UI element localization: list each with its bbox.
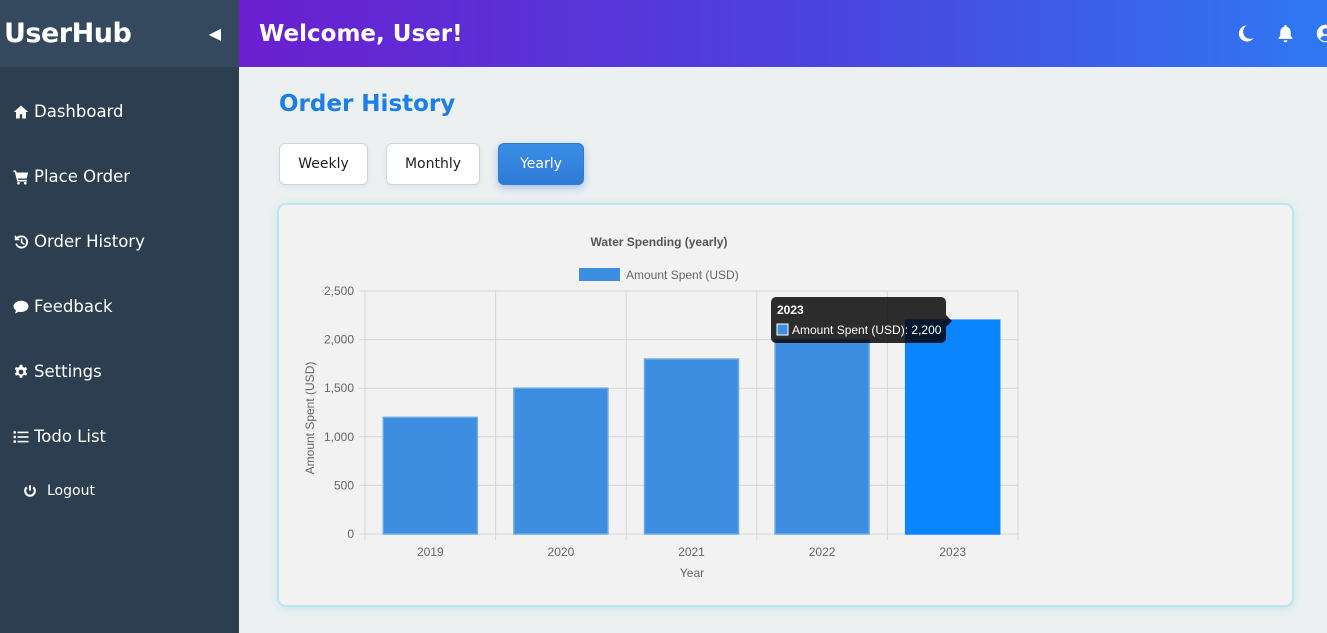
bar[interactable] <box>513 387 609 535</box>
user-circle-icon[interactable] <box>1315 24 1327 44</box>
moon-icon[interactable] <box>1235 24 1255 44</box>
y-tick-label: 1,000 <box>324 430 354 444</box>
history-icon <box>13 234 33 250</box>
x-axis-label: Year <box>680 566 704 580</box>
bar[interactable] <box>643 358 740 535</box>
brand-logo: UserHub <box>4 18 132 49</box>
sidebar-nav: Dashboard Place Order Order History Feed… <box>0 67 239 469</box>
bar[interactable] <box>774 338 870 535</box>
sidebar: UserHub ◀ Dashboard Place Order Order Hi… <box>0 0 239 633</box>
sidebar-header: UserHub ◀ <box>0 0 239 67</box>
period-tabs: Weekly Monthly Yearly <box>279 143 584 185</box>
welcome-message: Welcome, User! <box>259 20 463 47</box>
legend-swatch <box>579 268 620 281</box>
x-tick-label: 2021 <box>678 545 705 559</box>
bar[interactable] <box>382 416 479 535</box>
sidebar-item-label: Settings <box>34 362 102 381</box>
logout-label: Logout <box>47 483 95 499</box>
tooltip-title: 2023 <box>777 303 804 317</box>
sidebar-item-label: Dashboard <box>34 102 124 121</box>
sidebar-item-place-order[interactable]: Place Order <box>0 144 239 209</box>
bar[interactable] <box>904 319 1001 535</box>
topbar: Welcome, User! <box>239 0 1327 67</box>
bar-chart[interactable]: Water Spending (yearly) Amount Spent (US… <box>279 205 1292 605</box>
chart-title: Water Spending (yearly) <box>591 235 728 249</box>
sidebar-item-todo-list[interactable]: Todo List <box>0 404 239 469</box>
sidebar-item-settings[interactable]: Settings <box>0 339 239 404</box>
x-tick-label: 2022 <box>809 545 836 559</box>
y-axis-label: Amount Spent (USD) <box>303 362 317 475</box>
logout-button[interactable]: Logout <box>0 471 239 511</box>
x-tick-label: 2023 <box>939 545 966 559</box>
sidebar-item-feedback[interactable]: Feedback <box>0 274 239 339</box>
tooltip-swatch <box>776 323 789 336</box>
power-icon <box>23 484 47 498</box>
sidebar-item-label: Place Order <box>34 167 131 186</box>
tab-weekly[interactable]: Weekly <box>279 143 368 185</box>
tab-yearly[interactable]: Yearly <box>498 143 584 185</box>
tab-monthly[interactable]: Monthly <box>386 143 480 185</box>
comment-icon <box>13 299 33 315</box>
bell-icon[interactable] <box>1275 24 1295 44</box>
topbar-icons <box>1235 24 1327 44</box>
y-tick-label: 1,500 <box>324 381 354 395</box>
y-tick-label: 0 <box>347 527 354 541</box>
sidebar-item-dashboard[interactable]: Dashboard <box>0 79 239 144</box>
gear-icon <box>13 364 33 380</box>
x-tick-label: 2019 <box>417 545 444 559</box>
cart-icon <box>13 169 33 185</box>
home-icon <box>13 104 33 120</box>
sidebar-item-order-history[interactable]: Order History <box>0 209 239 274</box>
chart-card: Water Spending (yearly) Amount Spent (US… <box>279 205 1292 605</box>
page-title: Order History <box>279 91 456 117</box>
tooltip-body: Amount Spent (USD): 2,200 <box>792 323 942 337</box>
sidebar-item-label: Feedback <box>34 297 113 316</box>
y-tick-label: 2,000 <box>324 333 354 347</box>
sidebar-item-label: Todo List <box>34 427 107 446</box>
chart-tooltip: 2023 Amount Spent (USD): 2,200 <box>771 297 952 343</box>
tooltip-separator: : <box>905 323 912 337</box>
tooltip-value: 2,200 <box>911 323 941 337</box>
tooltip-series-label: Amount Spent (USD) <box>792 323 905 337</box>
legend-label: Amount Spent (USD) <box>626 268 739 282</box>
y-tick-label: 2,500 <box>324 284 354 298</box>
list-icon <box>13 429 33 445</box>
caret-left-icon[interactable]: ◀ <box>209 24 221 43</box>
x-tick-label: 2020 <box>548 545 575 559</box>
y-tick-label: 500 <box>334 478 354 492</box>
sidebar-item-label: Order History <box>34 232 145 251</box>
